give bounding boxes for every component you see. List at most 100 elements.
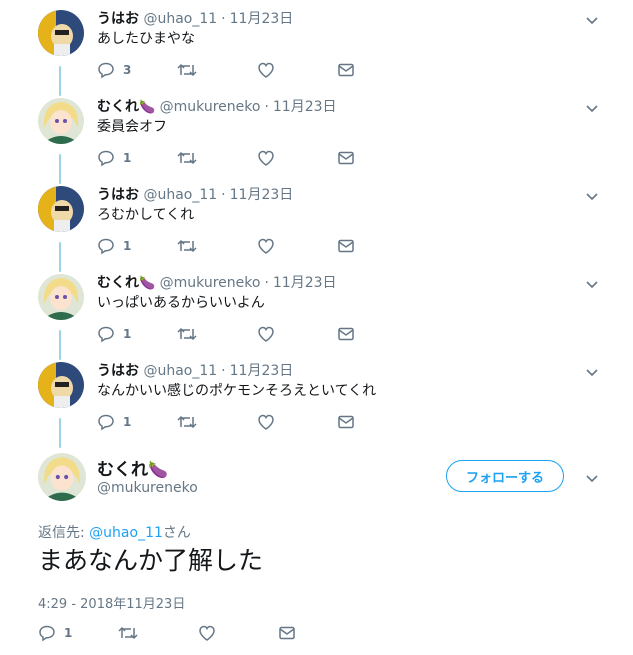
tweet-date[interactable]: 11月23日 <box>273 275 337 291</box>
avatar[interactable] <box>38 10 84 56</box>
dm-button[interactable] <box>337 236 355 256</box>
dm-button[interactable] <box>337 412 355 432</box>
separator-dot: · <box>221 11 226 27</box>
main-tweet: むくれ🍆 @mukureneko フォローする 返信先: @uhao_11さん … <box>0 445 633 655</box>
reply-to-link[interactable]: @uhao_11 <box>89 525 163 541</box>
like-icon <box>257 325 275 343</box>
tweet-text: なんかいい感じのポケモンそろえといてくれ <box>97 383 377 399</box>
eggplant-emoji: 🍆 <box>148 460 168 479</box>
user-handle[interactable]: @uhao_11 <box>143 363 217 379</box>
tweet-header: うはお @uhao_11 · 11月23日 <box>97 10 293 29</box>
like-button[interactable] <box>257 236 275 256</box>
user-handle[interactable]: @uhao_11 <box>143 11 217 27</box>
separator-dot: · <box>264 99 269 115</box>
like-button[interactable] <box>257 412 275 432</box>
tweet-actions: 1 <box>38 623 318 643</box>
dm-button[interactable] <box>337 324 355 344</box>
follow-button[interactable]: フォローする <box>446 460 564 492</box>
retweet-button[interactable] <box>177 148 197 168</box>
avatar[interactable] <box>38 186 84 232</box>
chevron-down-icon[interactable] <box>585 12 599 26</box>
display-name[interactable]: うはお <box>97 363 139 379</box>
tweet-actions: 1 <box>97 412 377 432</box>
retweet-icon <box>177 149 197 167</box>
envelope-icon <box>337 413 355 431</box>
tweet-text: あしたひまやな <box>97 31 195 47</box>
avatar[interactable] <box>38 274 84 320</box>
envelope-icon <box>337 325 355 343</box>
thread-tweet[interactable]: むくれ🍆 @mukureneko · 11月23日 いっぱいあるからいいよん 1 <box>0 264 633 352</box>
envelope-icon <box>337 237 355 255</box>
retweet-icon <box>177 325 197 343</box>
dm-button[interactable] <box>278 623 296 643</box>
user-handle[interactable]: @mukureneko <box>160 99 261 115</box>
retweet-button[interactable] <box>177 412 197 432</box>
chevron-down-icon[interactable] <box>585 100 599 114</box>
tweet-header: うはお @uhao_11 · 11月23日 <box>97 362 293 381</box>
reply-button[interactable]: 1 <box>97 324 131 344</box>
separator-dot: · <box>221 363 226 379</box>
chevron-down-icon[interactable] <box>585 276 599 290</box>
separator-dot: · <box>264 275 269 291</box>
reply-button[interactable]: 1 <box>38 623 72 643</box>
display-name[interactable]: むくれ <box>97 275 139 291</box>
avatar[interactable] <box>38 98 84 144</box>
display-name[interactable]: うはお <box>97 11 139 27</box>
user-handle[interactable]: @mukureneko <box>160 275 261 291</box>
like-icon <box>198 624 216 642</box>
thread-tweet[interactable]: むくれ🍆 @mukureneko · 11月23日 委員会オフ 1 <box>0 88 633 176</box>
like-icon <box>257 237 275 255</box>
eggplant-emoji: 🍆 <box>139 100 156 115</box>
user-handle[interactable]: @mukureneko <box>97 480 198 496</box>
thread-tweet[interactable]: うはお @uhao_11 · 11月23日 なんかいい感じのポケモンそろえといてくれ… <box>0 352 633 440</box>
reply-button[interactable]: 1 <box>97 412 131 432</box>
reply-icon <box>38 624 56 642</box>
tweet-date[interactable]: 11月23日 <box>273 99 337 115</box>
display-name[interactable]: うはお <box>97 187 139 203</box>
retweet-icon <box>118 624 138 642</box>
like-button[interactable] <box>198 623 216 643</box>
reply-icon <box>97 325 115 343</box>
dm-button[interactable] <box>337 60 355 80</box>
dm-button[interactable] <box>337 148 355 168</box>
tweet-text: ろむかしてくれ <box>97 207 195 223</box>
display-name[interactable]: むくれ <box>97 99 139 115</box>
chevron-down-icon[interactable] <box>585 470 599 484</box>
tweet-actions: 1 <box>97 148 377 168</box>
thread-tweet[interactable]: うはお @uhao_11 · 11月23日 ろむかしてくれ 1 <box>0 176 633 264</box>
envelope-icon <box>337 149 355 167</box>
tweet-timestamp[interactable]: 4:29 - 2018年11月23日 <box>38 593 185 612</box>
retweet-button[interactable] <box>177 324 197 344</box>
envelope-icon <box>278 624 296 642</box>
retweet-button[interactable] <box>177 236 197 256</box>
like-button[interactable] <box>257 60 275 80</box>
tweet-date[interactable]: 11月23日 <box>230 11 294 27</box>
chevron-down-icon[interactable] <box>585 188 599 202</box>
display-name[interactable]: むくれ🍆 <box>97 455 168 480</box>
separator-dot: · <box>221 187 226 203</box>
avatar[interactable] <box>38 453 86 501</box>
tweet-text: 委員会オフ <box>97 119 167 135</box>
retweet-icon <box>177 413 197 431</box>
reply-button[interactable]: 1 <box>97 236 131 256</box>
retweet-button[interactable] <box>118 623 138 643</box>
chevron-down-icon[interactable] <box>585 364 599 378</box>
tweet-date[interactable]: 11月23日 <box>230 363 294 379</box>
reply-count: 1 <box>123 327 132 341</box>
reply-count: 1 <box>64 626 73 640</box>
retweet-button[interactable] <box>177 60 197 80</box>
reply-button[interactable]: 1 <box>97 148 131 168</box>
tweet-actions: 3 <box>97 60 377 80</box>
user-handle[interactable]: @uhao_11 <box>143 187 217 203</box>
eggplant-emoji: 🍆 <box>139 276 156 291</box>
tweet-date[interactable]: 11月23日 <box>230 187 294 203</box>
tweet-text: まあなんか了解した <box>38 546 264 575</box>
reply-count: 3 <box>123 63 132 77</box>
like-button[interactable] <box>257 324 275 344</box>
reply-count: 1 <box>123 239 132 253</box>
reply-button[interactable]: 3 <box>97 60 131 80</box>
thread-tweet[interactable]: うはお @uhao_11 · 11月23日 あしたひまやな 3 <box>0 0 633 88</box>
avatar[interactable] <box>38 362 84 408</box>
like-button[interactable] <box>257 148 275 168</box>
tweet-text: いっぱいあるからいいよん <box>97 295 265 311</box>
